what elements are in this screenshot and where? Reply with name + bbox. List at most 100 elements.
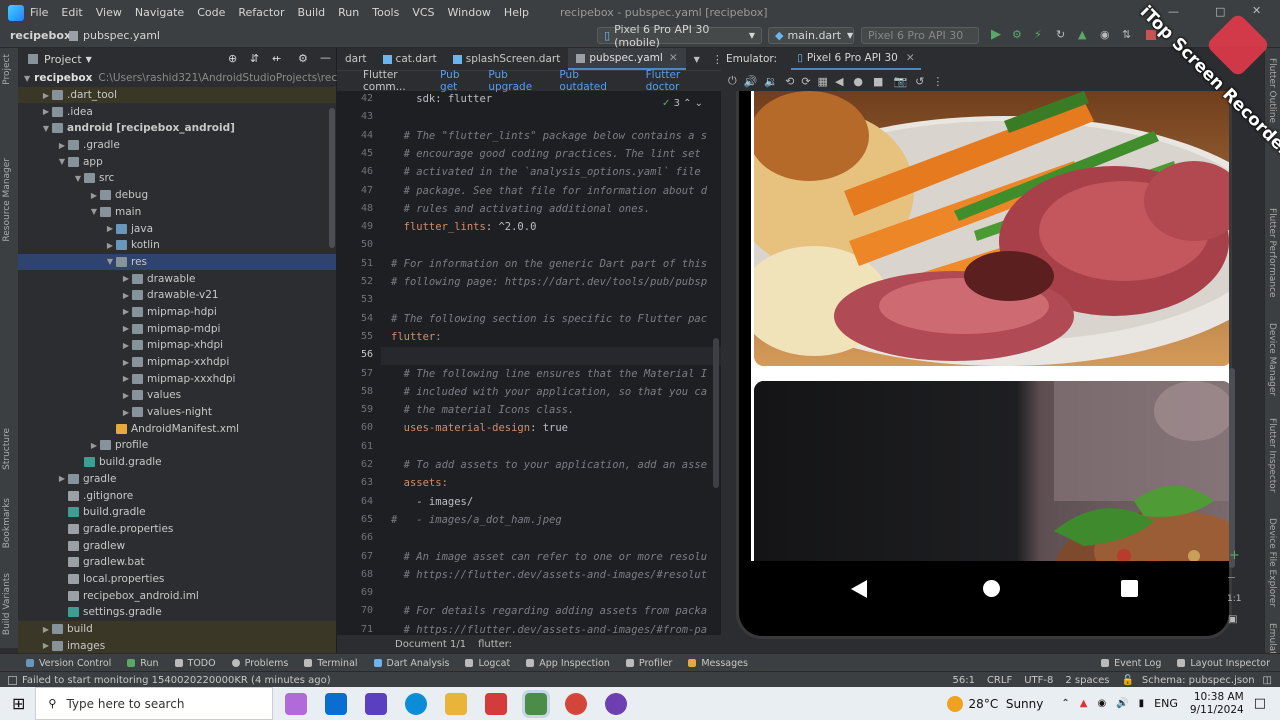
- tree-item[interactable]: ▶ values: [18, 387, 336, 404]
- windows-start-icon[interactable]: ⊞: [12, 694, 25, 713]
- menu-navigate[interactable]: Navigate: [135, 6, 184, 19]
- locate-icon[interactable]: ⊕: [228, 52, 237, 65]
- debug-icon[interactable]: ⚙: [1012, 28, 1022, 41]
- github-desktop-icon[interactable]: [605, 692, 628, 715]
- fold-icon[interactable]: ▦: [818, 75, 828, 88]
- tree-item[interactable]: settings.gradle: [18, 604, 336, 621]
- chevron-right-icon[interactable]: ▶: [120, 408, 132, 417]
- notification-icon[interactable]: □: [1254, 696, 1266, 711]
- tree-item[interactable]: ▶ java: [18, 220, 336, 237]
- attach-icon[interactable]: ↻: [1056, 28, 1065, 41]
- chrome-icon[interactable]: [565, 692, 588, 715]
- tree-item[interactable]: ▶ mipmap-hdpi: [18, 304, 336, 321]
- edge-icon[interactable]: [405, 692, 428, 715]
- chevron-down-icon[interactable]: ▼: [24, 74, 30, 83]
- chevron-right-icon[interactable]: ▶: [40, 91, 52, 100]
- project-view-selector[interactable]: Project: [44, 53, 82, 66]
- nav-home-icon[interactable]: [983, 580, 1000, 597]
- menu-refactor[interactable]: Refactor: [238, 6, 284, 19]
- inspection-widget[interactable]: ✓ 3 ⌃ ⌄: [662, 98, 703, 109]
- chevron-right-icon[interactable]: ▶: [56, 474, 68, 483]
- zoom-level[interactable]: 1:1: [1227, 594, 1241, 604]
- device-manager-label[interactable]: Device Manager: [1267, 323, 1277, 396]
- status-message[interactable]: Failed to start monitoring 1540020220000…: [22, 675, 331, 686]
- zoom-out-icon[interactable]: −: [1227, 571, 1236, 584]
- menu-edit[interactable]: Edit: [61, 6, 82, 19]
- line-separator[interactable]: CRLF: [987, 675, 1012, 686]
- minimize-icon[interactable]: —: [1168, 5, 1179, 18]
- tree-item[interactable]: ▼ app: [18, 153, 336, 170]
- run-icon[interactable]: ▶: [991, 27, 1001, 42]
- speaker-icon[interactable]: 🔊: [1116, 698, 1128, 709]
- tree-item[interactable]: ▼ res: [18, 253, 336, 271]
- chevron-down-icon[interactable]: ▼: [72, 174, 84, 183]
- chevron-right-icon[interactable]: ▶: [40, 107, 52, 116]
- status-toggle-icon[interactable]: [8, 675, 17, 685]
- editor-scrollbar[interactable]: [713, 338, 719, 488]
- language-indicator[interactable]: ENG: [1154, 697, 1178, 710]
- menu-run[interactable]: Run: [338, 6, 359, 19]
- todo-tool[interactable]: TODO: [174, 658, 216, 669]
- tree-item[interactable]: ▶ .gradle: [18, 137, 336, 154]
- tree-item[interactable]: ▶ mipmap-mdpi: [18, 320, 336, 337]
- tree-item[interactable]: ▶ .dart_tool: [18, 86, 336, 104]
- chevron-right-icon[interactable]: ▶: [120, 274, 132, 283]
- run-config-selector[interactable]: ◆ main.dart ▼: [768, 27, 854, 44]
- app-inspection-tool[interactable]: App Inspection: [526, 658, 610, 669]
- chevron-right-icon[interactable]: ▶: [88, 441, 100, 450]
- tab-cat-dart[interactable]: cat.dart: [375, 48, 445, 70]
- clock[interactable]: 10:38 AM 9/11/2024: [1190, 691, 1244, 717]
- network-icon[interactable]: ◉: [1097, 698, 1106, 709]
- fit-screen-icon[interactable]: ▣: [1228, 614, 1237, 625]
- breadcrumb-file[interactable]: pubspec.yaml: [83, 29, 160, 42]
- chevron-down-icon[interactable]: ▼: [104, 257, 116, 266]
- menu-vcs[interactable]: VCS: [412, 6, 434, 19]
- tab-dart[interactable]: dart: [337, 48, 375, 70]
- weather-sun-icon[interactable]: [946, 695, 963, 712]
- chevron-right-icon[interactable]: ▶: [104, 224, 116, 233]
- logcat-tool[interactable]: Logcat: [465, 658, 510, 669]
- menu-window[interactable]: Window: [448, 6, 491, 19]
- tree-item[interactable]: ▶ gradle: [18, 471, 336, 488]
- resource-manager-label[interactable]: Resource Manager: [2, 158, 12, 242]
- hide-panel-icon[interactable]: —: [320, 51, 331, 64]
- tree-item[interactable]: ▼ main: [18, 204, 336, 221]
- run-tool[interactable]: Run: [127, 658, 159, 669]
- maximize-icon[interactable]: □: [1215, 5, 1225, 18]
- build-variants-label[interactable]: Build Variants: [2, 573, 12, 635]
- snapshot-icon[interactable]: ↺: [915, 75, 924, 88]
- recipe-image-card[interactable]: [754, 91, 1229, 366]
- tree-item[interactable]: .gitignore: [18, 487, 336, 504]
- indent-setting[interactable]: 2 spaces: [1065, 675, 1109, 686]
- running-device-selector[interactable]: Pixel 6 Pro API 30: [861, 27, 979, 44]
- memory-indicator-icon[interactable]: ◫: [1263, 675, 1272, 686]
- tree-item[interactable]: ▶ mipmap-xxxhdpi: [18, 370, 336, 387]
- chevron-right-icon[interactable]: ▶: [56, 141, 68, 150]
- tree-item[interactable]: recipebox_android.iml: [18, 587, 336, 604]
- chevron-right-icon[interactable]: ▶: [88, 191, 100, 200]
- tree-item[interactable]: ▶ drawable-v21: [18, 287, 336, 304]
- mail-icon[interactable]: [325, 692, 348, 715]
- flutter-outline-label[interactable]: Flutter Outline: [1267, 58, 1277, 123]
- menu-code[interactable]: Code: [197, 6, 225, 19]
- device-screen[interactable]: [751, 91, 1229, 561]
- chevron-right-icon[interactable]: ▶: [120, 324, 132, 333]
- menu-file[interactable]: File: [30, 6, 48, 19]
- flutter-doctor-link[interactable]: Flutter doctor: [646, 69, 707, 93]
- tree-item[interactable]: ▼ src: [18, 170, 336, 187]
- menu-help[interactable]: Help: [504, 6, 529, 19]
- file-explorer-icon[interactable]: [445, 692, 468, 715]
- zoom-in-icon[interactable]: +: [1229, 548, 1240, 563]
- power-icon[interactable]: ⏻: [728, 74, 737, 88]
- chevron-right-icon[interactable]: ▶: [104, 241, 116, 250]
- close-tab-icon[interactable]: ✕: [669, 52, 678, 64]
- rotate-left-icon[interactable]: ⟲: [785, 75, 794, 88]
- tree-item[interactable]: ▼ android [recipebox_android]: [18, 120, 336, 137]
- emulator-scrollbar[interactable]: [1229, 368, 1235, 568]
- screenshot-icon[interactable]: 📷: [893, 75, 907, 88]
- chevron-right-icon[interactable]: ▶: [120, 391, 132, 400]
- menu-build[interactable]: Build: [298, 6, 326, 19]
- flutter-inspector-label[interactable]: Flutter Inspector: [1267, 418, 1277, 493]
- tree-item[interactable]: build.gradle: [18, 504, 336, 521]
- tree-item[interactable]: ▶ mipmap-xxhdpi: [18, 354, 336, 371]
